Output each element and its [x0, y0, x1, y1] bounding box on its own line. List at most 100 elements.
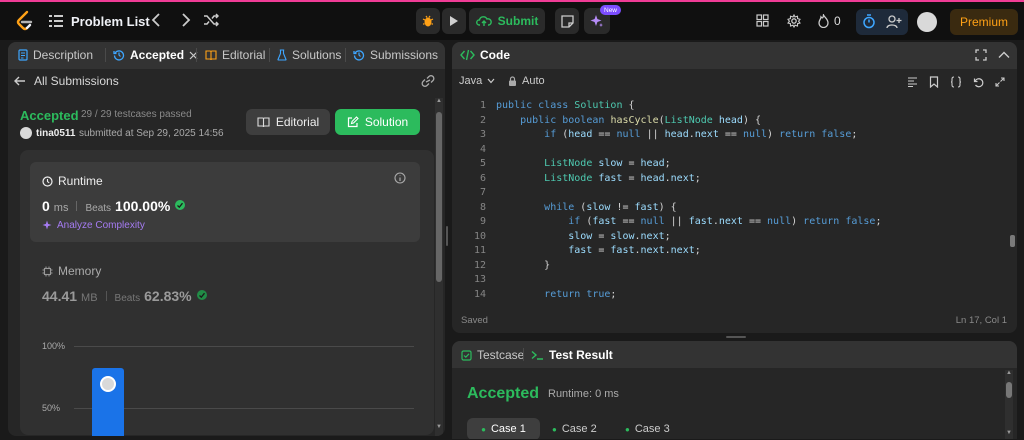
scroll-down-icon[interactable]: ▼: [1006, 430, 1012, 436]
code-line[interactable]: 6 ListNode fast = head.next;: [452, 173, 701, 188]
code-line[interactable]: 13: [452, 274, 486, 289]
tab-editorial[interactable]: Editorial: [205, 48, 265, 62]
collapse-icon[interactable]: [998, 50, 1010, 60]
clock-icon: [42, 175, 53, 187]
note-button[interactable]: [555, 8, 579, 34]
tab-solutions[interactable]: Solutions: [277, 48, 341, 62]
expand-icon[interactable]: [995, 77, 1005, 87]
code-line[interactable]: 11 fast = fast.next.next;: [452, 245, 701, 260]
horizontal-resize-handle[interactable]: [726, 336, 746, 338]
arrow-left-icon: [14, 76, 26, 86]
runtime-card[interactable]: Runtime 0 ms Beats 100.00% Analyze Compl…: [30, 162, 420, 242]
settings-gear-icon[interactable]: [787, 14, 801, 28]
leetcode-logo-icon[interactable]: [14, 10, 34, 32]
prev-problem-icon[interactable]: [150, 12, 164, 28]
code-text: return true;: [544, 288, 617, 300]
author-username[interactable]: tina0511: [36, 128, 75, 139]
line-number: 12: [473, 259, 486, 271]
code-text: ListNode slow = head;: [544, 158, 671, 169]
timer-icon[interactable]: [862, 14, 876, 29]
premium-button[interactable]: Premium: [950, 9, 1018, 35]
code-line[interactable]: 3 if (head == null || head.next == null)…: [452, 129, 857, 144]
bookmark-icon[interactable]: [929, 76, 939, 88]
author-avatar[interactable]: [20, 127, 32, 139]
code-line[interactable]: 7: [452, 187, 486, 202]
flask-icon: [277, 49, 287, 61]
scroll-up-icon[interactable]: ▲: [1006, 370, 1012, 376]
scrollbar-thumb[interactable]: [436, 112, 442, 282]
case-1-tab[interactable]: ● Case 1: [467, 418, 540, 439]
memory-beats-label: Beats: [114, 293, 141, 304]
test-result-status: Accepted: [467, 385, 540, 402]
language-label: Java: [459, 75, 483, 87]
fullscreen-icon[interactable]: [975, 49, 987, 61]
code-brackets-icon: [460, 49, 475, 61]
curly-braces-icon[interactable]: [950, 76, 962, 88]
tab-description[interactable]: Description: [18, 48, 93, 62]
code-line[interactable]: 1 public class Solution {: [452, 100, 635, 115]
code-line[interactable]: 9 if (fast == null || fast.next == null)…: [452, 216, 882, 231]
info-icon[interactable]: [394, 172, 406, 184]
tab-testcase-label: Testcase: [477, 348, 525, 362]
code-line[interactable]: 14 return true;: [452, 289, 617, 304]
description-icon: [18, 49, 28, 61]
runtime-distribution-bar[interactable]: [92, 368, 124, 436]
problem-list-button[interactable]: Problem List: [49, 10, 150, 32]
shuffle-icon[interactable]: [203, 13, 219, 27]
code-line[interactable]: 10 slow = slow.next;: [452, 231, 671, 246]
gridline: [74, 346, 414, 347]
add-friend-icon[interactable]: [886, 15, 902, 29]
code-tab[interactable]: Code: [460, 48, 510, 62]
case-2-tab[interactable]: ● Case 2: [552, 418, 597, 439]
all-submissions-label: All Submissions: [34, 74, 119, 88]
user-avatar[interactable]: [917, 12, 937, 32]
debug-button[interactable]: [416, 8, 440, 34]
next-problem-icon[interactable]: [178, 12, 192, 28]
scroll-down-icon[interactable]: ▼: [436, 424, 442, 430]
streak-count: 0: [834, 14, 841, 28]
tab-solutions-label: Solutions: [292, 48, 342, 62]
scrollbar-thumb[interactable]: [1006, 382, 1012, 398]
all-submissions-link[interactable]: All Submissions: [14, 74, 119, 88]
code-line[interactable]: 12 }: [452, 259, 550, 275]
case-3-tab[interactable]: ● Case 3: [625, 418, 670, 439]
submit-button[interactable]: Submit: [469, 8, 545, 34]
line-number: 13: [473, 274, 486, 285]
code-line[interactable]: 8 while (slow != fast) {: [452, 202, 677, 217]
code-line[interactable]: 4: [452, 144, 486, 159]
editor-scrollbar-thumb[interactable]: [1010, 235, 1015, 247]
share-link-icon[interactable]: [421, 75, 435, 87]
layout-icon[interactable]: [756, 14, 769, 27]
tab-submissions[interactable]: Submissions: [353, 48, 438, 62]
tab-accepted[interactable]: Accepted: [113, 48, 198, 62]
format-align-icon[interactable]: [907, 77, 918, 87]
code-line[interactable]: 5 ListNode slow = head;: [452, 158, 671, 173]
language-select[interactable]: Java: [459, 75, 495, 87]
line-number: 7: [479, 187, 486, 198]
editorial-button[interactable]: Editorial: [246, 109, 330, 135]
run-button[interactable]: [442, 8, 466, 34]
tab-test-result[interactable]: Test Result: [531, 348, 613, 362]
test-scrollbar[interactable]: ▲ ▼: [1005, 370, 1013, 439]
tab-divider: [523, 348, 524, 361]
memory-header[interactable]: Memory: [42, 264, 101, 278]
code-text: }: [496, 259, 551, 271]
streak-counter[interactable]: 0: [818, 14, 841, 28]
tab-editorial-label: Editorial: [222, 48, 266, 62]
analyze-complexity-link[interactable]: Analyze Complexity: [42, 220, 145, 231]
tab-testcase[interactable]: Testcase: [461, 348, 524, 362]
code-text: public class Solution {: [496, 100, 635, 111]
code-editor[interactable]: 1 public class Solution {2 public boolean…: [452, 100, 1010, 303]
editorial-button-label: Editorial: [275, 115, 320, 129]
solution-button[interactable]: Solution: [335, 109, 420, 135]
auto-mode[interactable]: Auto: [508, 75, 545, 87]
code-line[interactable]: 2 public boolean hasCycle(ListNode head)…: [452, 114, 761, 130]
divider: [76, 201, 78, 211]
vertical-resize-handle[interactable]: [446, 226, 448, 246]
reset-icon[interactable]: [973, 77, 984, 88]
scroll-up-icon[interactable]: ▲: [436, 98, 442, 104]
runtime-header: Runtime: [42, 174, 103, 188]
code-text: fast = fast.next.next;: [568, 245, 701, 256]
scrollbar[interactable]: ▲ ▼: [435, 98, 443, 436]
line-number: 2: [479, 114, 486, 126]
